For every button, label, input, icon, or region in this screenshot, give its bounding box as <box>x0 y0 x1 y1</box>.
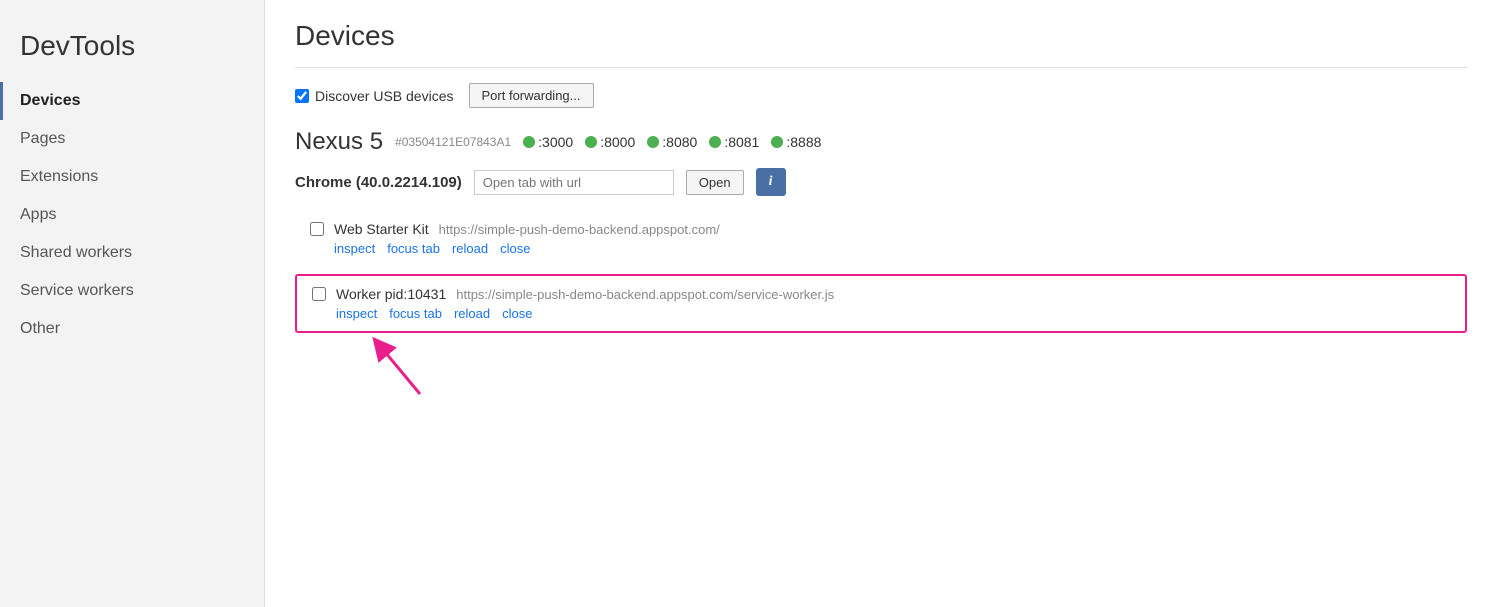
open-tab-url-input[interactable] <box>474 170 674 195</box>
port-8000: :8000 <box>585 134 635 150</box>
sidebar-item-service-workers[interactable]: Service workers <box>0 272 264 310</box>
worker-close-link[interactable]: close <box>502 306 532 321</box>
page-title: Devices <box>295 20 1467 52</box>
tab-focus-web-starter-kit[interactable]: focus tab <box>387 241 440 256</box>
sidebar-item-pages[interactable]: Pages <box>0 120 264 158</box>
discover-usb-checkbox[interactable] <box>295 89 309 103</box>
green-dot-3000 <box>523 136 535 148</box>
green-dot-8888 <box>771 136 783 148</box>
green-dot-8080 <box>647 136 659 148</box>
green-dot-8000 <box>585 136 597 148</box>
arrow-annotation <box>295 336 1467 396</box>
worker-entry-row1: Worker pid:10431 https://simple-push-dem… <box>312 286 1450 302</box>
port-8888: :8888 <box>771 134 821 150</box>
port-8080: :8080 <box>647 134 697 150</box>
tab-entry-web-starter-kit: Web Starter Kit https://simple-push-demo… <box>295 211 1467 266</box>
sidebar-item-other[interactable]: Other <box>0 310 264 348</box>
tab-entry-row1: Web Starter Kit https://simple-push-demo… <box>310 221 1452 237</box>
worker-inspect-link[interactable]: inspect <box>336 306 377 321</box>
open-button[interactable]: Open <box>686 170 744 195</box>
worker-url: https://simple-push-demo-backend.appspot… <box>456 287 834 302</box>
discover-usb-label[interactable]: Discover USB devices <box>295 88 454 104</box>
tab-checkbox-web-starter-kit[interactable] <box>310 222 324 236</box>
sidebar-item-devices[interactable]: Devices <box>0 82 264 120</box>
arrow-icon <box>365 336 445 396</box>
tab-reload-web-starter-kit[interactable]: reload <box>452 241 488 256</box>
info-button[interactable]: i <box>756 168 786 196</box>
device-header: Nexus 5 #03504121E07843A1 :3000 :8000 :8… <box>295 128 1467 156</box>
sidebar-item-shared-workers[interactable]: Shared workers <box>0 234 264 272</box>
divider <box>295 67 1467 68</box>
sidebar-title: DevTools <box>0 20 264 82</box>
green-dot-8081 <box>709 136 721 148</box>
sidebar-item-extensions[interactable]: Extensions <box>0 158 264 196</box>
sidebar-item-apps[interactable]: Apps <box>0 196 264 234</box>
discover-row: Discover USB devices Port forwarding... <box>295 83 1467 108</box>
worker-reload-link[interactable]: reload <box>454 306 490 321</box>
worker-title: Worker pid:10431 <box>336 286 446 302</box>
port-8081: :8081 <box>709 134 759 150</box>
tab-close-web-starter-kit[interactable]: close <box>500 241 530 256</box>
port-forwarding-button[interactable]: Port forwarding... <box>469 83 594 108</box>
sidebar: DevTools Devices Pages Extensions Apps S… <box>0 0 265 607</box>
tab-entry-row2: inspect focus tab reload close <box>310 241 1452 256</box>
tab-title-web-starter-kit: Web Starter Kit <box>334 221 429 237</box>
worker-entry: Worker pid:10431 https://simple-push-dem… <box>295 274 1467 333</box>
chrome-label: Chrome (40.0.2214.109) <box>295 174 462 191</box>
worker-entry-row2: inspect focus tab reload close <box>312 306 1450 321</box>
worker-focus-link[interactable]: focus tab <box>389 306 442 321</box>
main-content: Devices Discover USB devices Port forwar… <box>265 0 1497 607</box>
tab-inspect-web-starter-kit[interactable]: inspect <box>334 241 375 256</box>
device-id: #03504121E07843A1 <box>395 135 511 149</box>
port-3000: :3000 <box>523 134 573 150</box>
chrome-row: Chrome (40.0.2214.109) Open i <box>295 168 1467 196</box>
device-name: Nexus 5 <box>295 128 383 156</box>
tab-url-web-starter-kit: https://simple-push-demo-backend.appspot… <box>439 222 720 237</box>
worker-checkbox[interactable] <box>312 287 326 301</box>
